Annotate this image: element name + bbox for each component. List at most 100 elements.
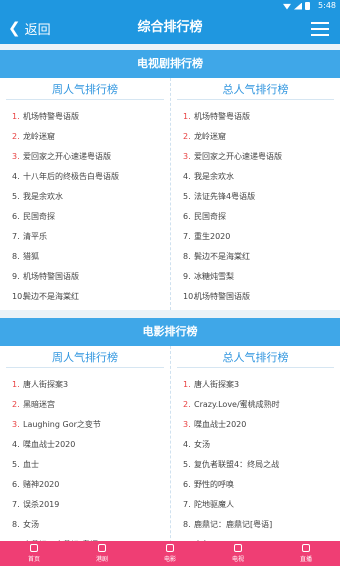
rank-number: 3. xyxy=(183,151,191,161)
list-item[interactable]: 8. 女汤 xyxy=(0,514,170,534)
status-bar: 5:48 xyxy=(0,0,340,12)
list-item[interactable]: 8. 猎狐 xyxy=(0,246,170,266)
rank-number: 5. xyxy=(12,459,20,469)
list-item[interactable]: 9.大鱼2020 xyxy=(171,534,340,542)
list-item[interactable]: 1. 机场特警粤语版 xyxy=(0,106,170,126)
list-item[interactable]: 4. 我是余欢水 xyxy=(171,166,340,186)
rank-number: 8. xyxy=(183,519,191,529)
title-text: 龙岭迷窟 xyxy=(194,131,226,141)
title-text: 我是余欢水 xyxy=(194,171,234,181)
list-item[interactable]: 1. 唐人街探案3 xyxy=(0,374,170,394)
title-text: 机场特警国语版 xyxy=(23,271,79,281)
list-item[interactable]: 2. 黑暗迷宫 xyxy=(0,394,170,414)
title-text: 民国奇探 xyxy=(23,211,55,221)
tv-total-list: 总人气排行榜 1. 机场特警粤语版 2. 龙岭迷窟 3. 爱回家之开心速递粤语版 4. 我是余… xyxy=(170,78,340,310)
rank-number: 6. xyxy=(183,479,191,489)
list-item[interactable]: 6. 野性的呼唤 xyxy=(171,474,340,494)
list-item[interactable]: 5. 血士 xyxy=(0,454,170,474)
tab-label: 港剧 xyxy=(95,556,108,563)
tab-tv[interactable]: 电视 xyxy=(204,541,272,566)
rank-number: 7. xyxy=(183,499,191,509)
list-item[interactable]: 6. 民国奇探 xyxy=(0,206,170,226)
title-text: 鹿鼎记：鹿鼎记[粤语] xyxy=(194,519,273,529)
rank-number: 1. xyxy=(12,111,20,121)
list-item[interactable]: 7. 陀地驱魔人 xyxy=(171,494,340,514)
title-text: 鬓边不是海棠红 xyxy=(23,291,79,301)
rank-number: 4. xyxy=(183,439,191,449)
rank-number: 9. xyxy=(183,271,191,281)
list-item[interactable]: 8. 鹿鼎记：鹿鼎记[粤语] xyxy=(171,514,340,534)
rank-number: 3. xyxy=(12,151,20,161)
tab-live[interactable]: 直播 xyxy=(272,541,340,566)
list-item[interactable]: 4. 女汤 xyxy=(171,434,340,454)
movie-total-title: 总人气排行榜 xyxy=(177,346,334,368)
list-item[interactable]: 3. Laughing Gor之变节 xyxy=(0,414,170,434)
rank-number: 2. xyxy=(183,399,191,409)
list-item[interactable]: 9. 冰糖炖雪梨 xyxy=(171,266,340,286)
menu-icon[interactable] xyxy=(311,22,329,36)
rank-number: 6. xyxy=(12,211,20,221)
rank-number: 8. xyxy=(12,519,20,529)
rank-number: 1. xyxy=(183,111,191,121)
title-text: 重生2020 xyxy=(194,231,231,241)
list-item[interactable]: 1. 机场特警粤语版 xyxy=(171,106,340,126)
rank-number: 5. xyxy=(183,191,191,201)
title-text: 猎狐 xyxy=(23,251,39,261)
movie-weekly-title: 周人气排行榜 xyxy=(6,346,164,368)
rank-number: 5. xyxy=(183,459,191,469)
rank-number: 4. xyxy=(183,171,191,181)
tv-section-title: 电视剧排行榜 xyxy=(0,50,340,78)
movie-rank-lists: 周人气排行榜 1. 唐人街探案3 2. 黑暗迷宫 3. Laughing Gor之变节 4.… xyxy=(0,346,340,541)
list-item[interactable]: 4. 十八年后的终极告白粤语版 xyxy=(0,166,170,186)
signal-icon xyxy=(294,2,302,10)
title-text: 唐人街探案3 xyxy=(194,379,240,389)
list-item[interactable]: 2. 龙岭迷窟 xyxy=(171,126,340,146)
tab-label: 电视 xyxy=(231,556,244,563)
rank-number: 5. xyxy=(12,191,20,201)
list-item[interactable]: 3. 喋血战士2020 xyxy=(171,414,340,434)
list-item[interactable]: 7. 误杀2019 xyxy=(0,494,170,514)
tab-hk-drama[interactable]: 港剧 xyxy=(68,541,136,566)
bottom-tab-bar: 首页 港剧 电影 电视 直播 xyxy=(0,541,340,566)
list-item[interactable]: 5. 复仇者联盟4：终局之战 xyxy=(171,454,340,474)
tab-label: 直播 xyxy=(299,556,312,563)
list-item[interactable]: 9. 机场特警国语版 xyxy=(0,266,170,286)
list-item[interactable]: 10. 机场特警国语版 xyxy=(171,286,340,306)
rank-number: 9. xyxy=(12,271,20,281)
rank-number: 3. xyxy=(183,419,191,429)
list-item[interactable]: 8. 鬓边不是海棠红 xyxy=(171,246,340,266)
list-item[interactable]: 6. 赌神2020 xyxy=(0,474,170,494)
list-item[interactable]: 2. Crazy.Love/蜜桃成熟时 xyxy=(171,394,340,414)
status-icons xyxy=(283,2,310,10)
tab-home[interactable]: 首页 xyxy=(0,541,68,566)
tv-rank-lists: 周人气排行榜 1. 机场特警粤语版 2. 龙岭迷窟 3. 爱回家之开心速递粤语版 4. 十八年… xyxy=(0,78,340,310)
content-scroll[interactable]: 电视剧排行榜 周人气排行榜 1. 机场特警粤语版 2. 龙岭迷窟 3. 爱回家之开心速递粤… xyxy=(0,44,340,541)
title-text: 爱回家之开心速递粤语版 xyxy=(194,151,282,161)
rank-number: 1. xyxy=(12,379,20,389)
list-item[interactable]: 5. 法证先锋4粤语版 xyxy=(171,186,340,206)
tab-label: 电影 xyxy=(163,556,176,563)
title-text: 清平乐 xyxy=(23,231,47,241)
rank-number: 1. xyxy=(183,379,191,389)
title-text: 机场特警粤语版 xyxy=(194,111,250,121)
list-item[interactable]: 3. 爱回家之开心速递粤语版 xyxy=(0,146,170,166)
list-item[interactable]: 6. 民国奇探 xyxy=(171,206,340,226)
list-item[interactable]: 7. 重生2020 xyxy=(171,226,340,246)
home-icon xyxy=(30,544,38,552)
title-text: Laughing Gor之变节 xyxy=(23,419,101,429)
list-item[interactable]: 5. 我是余欢水 xyxy=(0,186,170,206)
list-item[interactable]: 9.鹿鼎记：鹿鼎记[粤语] xyxy=(0,534,170,542)
list-item[interactable]: 10. 鬓边不是海棠红 xyxy=(0,286,170,306)
tab-label: 首页 xyxy=(27,556,40,563)
rank-number: 7. xyxy=(12,231,20,241)
list-item[interactable]: 2. 龙岭迷窟 xyxy=(0,126,170,146)
list-item[interactable]: 4. 喋血战士2020 xyxy=(0,434,170,454)
title-text: 爱回家之开心速递粤语版 xyxy=(23,151,111,161)
list-item[interactable]: 1. 唐人街探案3 xyxy=(171,374,340,394)
battery-icon xyxy=(305,2,310,10)
list-item[interactable]: 3. 爱回家之开心速递粤语版 xyxy=(171,146,340,166)
title-text: 十八年后的终极告白粤语版 xyxy=(23,171,119,181)
list-item[interactable]: 7. 清平乐 xyxy=(0,226,170,246)
title-text: 女汤 xyxy=(194,439,210,449)
tab-movie[interactable]: 电影 xyxy=(136,541,204,566)
